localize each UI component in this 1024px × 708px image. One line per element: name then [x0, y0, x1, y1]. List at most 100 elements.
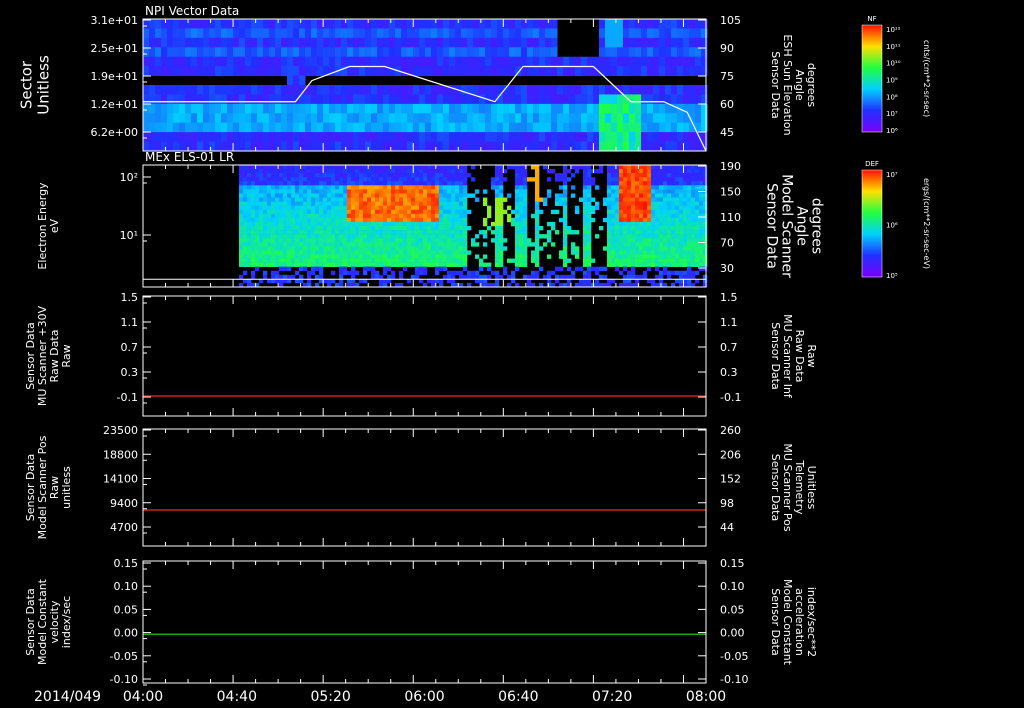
heat-cell: [461, 37, 468, 48]
heat-cell: [455, 94, 462, 105]
heat-cell: [619, 169, 624, 174]
heat-cell: [425, 66, 432, 77]
heat-cell: [239, 122, 246, 133]
heat-cell: [567, 274, 572, 280]
heat-cell: [275, 238, 280, 243]
heat-cell: [281, 113, 288, 124]
heat-cell: [659, 226, 664, 231]
heat-cell: [467, 141, 474, 152]
heat-cell: [459, 209, 464, 215]
heat-cell: [459, 181, 464, 186]
heat-cell: [687, 193, 692, 198]
heat-cell: [491, 238, 496, 243]
heat-cell: [671, 169, 676, 174]
heat-cell: [447, 262, 452, 267]
heat-cell: [647, 141, 654, 152]
heat-cell: [415, 246, 420, 251]
heat-cell: [255, 246, 260, 251]
heat-cell: [509, 94, 516, 105]
heat-cell: [671, 201, 676, 206]
heat-cell: [233, 122, 240, 133]
heat-cell: [415, 230, 420, 235]
heat-cell: [611, 169, 616, 174]
heat-cell: [659, 242, 664, 247]
heat-cell: [375, 274, 380, 280]
heat-cell: [655, 266, 660, 272]
heat-cell: [263, 201, 268, 206]
heat-cell: [635, 250, 640, 255]
heat-cell: [267, 213, 272, 219]
heat-cell: [411, 262, 416, 267]
heat-cell: [563, 250, 568, 255]
heat-cell: [233, 132, 240, 143]
heat-cell: [497, 103, 504, 114]
heat-cell: [631, 258, 636, 263]
heat-cell: [463, 221, 468, 227]
heat-cell: [455, 254, 460, 259]
heat-cell: [185, 94, 192, 105]
heat-cell: [437, 94, 444, 105]
heat-cell: [599, 274, 604, 280]
heat-cell: [635, 132, 642, 143]
heat-cell: [699, 221, 704, 227]
heat-cell: [329, 56, 336, 67]
heat-cell: [447, 193, 452, 198]
heat-cell: [497, 37, 504, 48]
heat-cell: [363, 242, 368, 247]
heat-cell: [523, 213, 528, 219]
heat-cell: [267, 246, 272, 251]
heat-cell: [569, 56, 576, 67]
heat-cell: [631, 213, 636, 219]
heat-cell: [233, 103, 240, 114]
heat-cell: [251, 56, 258, 67]
heat-cell: [423, 193, 428, 198]
heat-cell: [547, 221, 552, 227]
heat-cell: [353, 103, 360, 114]
heat-cell: [507, 205, 512, 211]
heat-cell: [375, 189, 380, 194]
heat-cell: [647, 234, 652, 239]
heat-cell: [347, 56, 354, 67]
heat-cell: [511, 209, 516, 215]
heat-cell: [419, 122, 426, 133]
heat-cell: [639, 165, 644, 170]
heat-cell: [295, 230, 300, 235]
heat-cell: [587, 226, 592, 231]
heat-cell: [287, 221, 292, 227]
heat-cell: [495, 262, 500, 267]
heat-cell: [279, 189, 284, 194]
heat-cell: [581, 132, 588, 143]
heat-cell: [611, 258, 616, 263]
heat-cell: [623, 113, 630, 124]
heat-cell: [551, 37, 558, 48]
heat-cell: [611, 262, 616, 267]
heat-cell: [255, 197, 260, 202]
heat-cell: [323, 254, 328, 259]
heat-cell: [615, 197, 620, 202]
heat-cell: [363, 185, 368, 190]
heat-cell: [439, 193, 444, 198]
heat-cell: [473, 37, 480, 48]
heat-cell: [399, 234, 404, 239]
heat-cell: [587, 103, 594, 114]
heat-cell: [455, 193, 460, 198]
heat-cell: [491, 230, 496, 235]
heat-cell: [287, 165, 292, 170]
heat-cell: [679, 201, 684, 206]
heat-cell: [299, 209, 304, 215]
heat-cell: [437, 56, 444, 67]
heat-cell: [623, 19, 630, 29]
heat-cell: [343, 189, 348, 194]
heat-cell: [499, 205, 504, 211]
heat-cell: [371, 103, 378, 114]
heat-cell: [587, 165, 592, 170]
heat-cell: [655, 181, 660, 186]
heat-cell: [287, 173, 292, 178]
heat-cell: [269, 113, 276, 124]
heat-cell: [221, 28, 228, 39]
heat-cell: [287, 213, 292, 219]
heat-cell: [327, 185, 332, 190]
heat-cell: [651, 205, 656, 211]
heat-cell: [263, 173, 268, 178]
heat-cell: [677, 113, 684, 124]
